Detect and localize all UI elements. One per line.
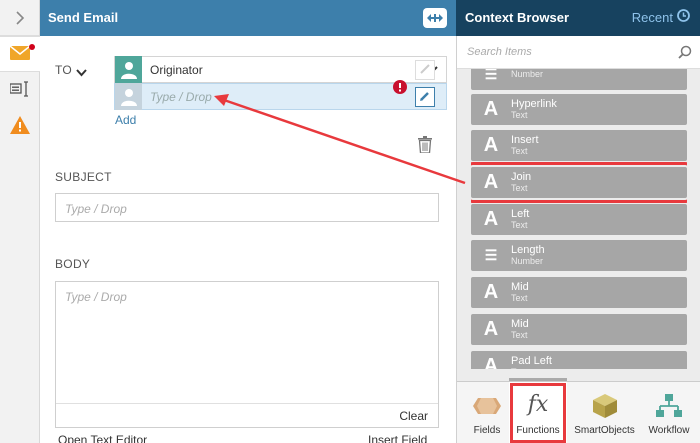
functions-icon: fx xyxy=(527,392,549,417)
item-type: Text xyxy=(511,146,528,156)
email-form: TO Originator Type / Drop ••• Add xyxy=(40,36,456,443)
text-icon: A xyxy=(483,171,499,193)
list-item[interactable]: A Mid Text xyxy=(471,314,687,345)
body-footer: Clear xyxy=(56,403,438,427)
item-name: Join xyxy=(511,171,532,183)
insert-field-link[interactable]: Insert Field xyxy=(368,433,427,443)
recipient-placeholder: Type / Drop xyxy=(150,89,212,104)
item-type: Text xyxy=(511,330,528,340)
search-input[interactable]: Search Items xyxy=(457,36,700,69)
tab-workflow-label: Workflow xyxy=(648,425,690,436)
collapse-chevron-icon[interactable] xyxy=(0,0,39,36)
email-tab[interactable] xyxy=(0,36,40,72)
item-type: Text xyxy=(511,220,528,230)
add-recipient-link[interactable]: Add xyxy=(115,113,136,127)
tab-workflow[interactable]: Workflow xyxy=(639,382,699,443)
number-icon: ☰ xyxy=(484,69,498,82)
search-placeholder: Search Items xyxy=(467,46,532,58)
text-icon: A xyxy=(483,318,499,340)
recent-button[interactable]: Recent xyxy=(632,9,690,25)
email-header: Send Email xyxy=(40,0,456,36)
list-item[interactable]: A Mid Text xyxy=(471,277,687,308)
list-item[interactable]: ☰ Number xyxy=(471,69,687,90)
function-list: ☰ Number A Hyperlink Text A Insert Text A … xyxy=(471,69,687,369)
text-icon: A xyxy=(483,98,499,120)
tab-smartobjects-label: SmartObjects xyxy=(574,425,635,436)
text-cursor-icon xyxy=(8,80,30,100)
item-name: Length xyxy=(511,244,545,256)
expand-button[interactable] xyxy=(423,8,447,28)
smartobjects-icon xyxy=(592,393,618,422)
item-type: Text xyxy=(511,183,528,193)
clear-recipient-button[interactable] xyxy=(415,60,435,80)
workflow-icon xyxy=(656,394,682,421)
item-type: Text xyxy=(511,367,552,369)
list-item[interactable]: A Left Text xyxy=(471,204,687,235)
to-chevron-icon[interactable] xyxy=(76,66,87,80)
subject-label: SUBJECT xyxy=(55,170,112,184)
text-icon: A xyxy=(483,355,499,369)
recipient-originator[interactable]: Originator xyxy=(114,56,447,83)
list-item[interactable]: ☰ Length Number xyxy=(471,240,687,271)
avatar xyxy=(115,83,142,110)
recent-label: Recent xyxy=(631,9,673,25)
item-name: Pad Left xyxy=(511,355,552,367)
warning-icon xyxy=(9,115,30,137)
recipient-value: Originator xyxy=(150,62,203,77)
open-text-editor-link[interactable]: Open Text Editor xyxy=(58,433,147,443)
avatar xyxy=(115,56,142,83)
tab-functions[interactable]: fx Functions xyxy=(509,382,567,443)
text-icon: A xyxy=(483,208,499,230)
text-icon: A xyxy=(483,281,499,303)
subject-input[interactable]: Type / Drop xyxy=(55,193,439,222)
subject-placeholder: Type / Drop xyxy=(65,202,127,216)
trash-icon[interactable] xyxy=(418,136,432,156)
left-rail xyxy=(0,0,40,443)
body-label: BODY xyxy=(55,257,91,271)
envelope-icon xyxy=(9,44,31,63)
list-item-selected[interactable]: A Join Text xyxy=(471,162,687,203)
item-type: Text xyxy=(511,293,528,303)
pencil-icon xyxy=(419,90,431,105)
number-icon: ☰ xyxy=(484,247,498,263)
clear-button[interactable]: Clear xyxy=(399,409,428,423)
list-item[interactable]: A Insert Text xyxy=(471,130,687,161)
fields-icon xyxy=(473,398,501,417)
browser-tabs: Fields fx Functions SmartObjects Workflo… xyxy=(457,381,700,443)
item-name: Mid xyxy=(511,281,529,293)
list-item[interactable]: A Hyperlink Text xyxy=(471,94,687,125)
text-icon: A xyxy=(483,134,499,156)
notification-dot xyxy=(29,44,35,50)
edit-recipient-button[interactable] xyxy=(415,87,435,107)
item-type: Number xyxy=(511,256,544,266)
list-item[interactable]: A Pad LeftText xyxy=(471,351,687,369)
to-label: TO xyxy=(55,63,73,77)
context-browser-title: Context Browser xyxy=(465,10,570,25)
error-icon xyxy=(393,80,407,97)
search-icon[interactable] xyxy=(678,45,692,62)
email-title: Send Email xyxy=(48,10,119,25)
tab-smartobjects[interactable]: SmartObjects xyxy=(572,382,637,443)
text-cursor-tab[interactable] xyxy=(0,72,39,108)
body-input[interactable]: Type / Drop Clear xyxy=(55,281,439,428)
context-browser-header: Context Browser Recent xyxy=(456,0,700,36)
clock-icon xyxy=(677,9,690,25)
eraser-icon xyxy=(419,63,431,78)
tab-fields[interactable]: Fields xyxy=(457,382,517,443)
tab-fields-label: Fields xyxy=(473,425,501,436)
item-name: Hyperlink xyxy=(511,98,557,110)
body-placeholder: Type / Drop xyxy=(65,290,127,304)
item-name: Insert xyxy=(511,134,539,146)
tab-functions-label: Functions xyxy=(516,425,560,436)
item-name: Left xyxy=(511,208,530,220)
context-browser-panel: Search Items ☰ Number A Hyperlink Text A … xyxy=(456,36,700,443)
item-type: Text xyxy=(511,110,528,120)
item-name: Mid xyxy=(511,318,529,330)
item-type: Number xyxy=(511,69,544,79)
warning-tab[interactable] xyxy=(0,108,39,144)
